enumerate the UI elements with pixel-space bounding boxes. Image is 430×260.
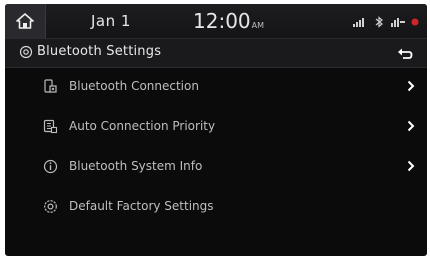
home-icon — [16, 13, 34, 29]
phone-connection-icon — [44, 79, 57, 93]
chevron-right-icon — [407, 120, 415, 132]
clock: 12:00AM — [193, 9, 264, 33]
lte-icon — [391, 18, 405, 27]
bluetooth-icon — [375, 16, 383, 28]
menu-item-bluetooth-connection[interactable]: Bluetooth Connection — [5, 68, 427, 106]
priority-icon — [43, 119, 58, 134]
ampm-indicator: AM — [251, 21, 265, 30]
menu-item-bluetooth-system-info[interactable]: Bluetooth System Info — [5, 148, 427, 186]
infotainment-screen: Jan 1 12:00AM Bluetooth Settings Bluetoo… — [5, 4, 427, 256]
home-button[interactable] — [5, 4, 46, 38]
alert-icon — [411, 18, 419, 26]
menu-item-label: Auto Connection Priority — [69, 119, 216, 133]
info-icon — [43, 159, 58, 174]
time-value: 12:00 — [193, 9, 251, 33]
chevron-right-icon — [407, 80, 415, 92]
menu-item-label: Default Factory Settings — [69, 199, 214, 213]
gear-icon — [19, 45, 33, 59]
cellular-signal-icon — [353, 18, 364, 27]
chevron-right-icon — [407, 160, 415, 172]
back-arrow-icon — [398, 48, 413, 59]
menu-item-label: Bluetooth Connection — [69, 79, 199, 93]
status-icons — [353, 16, 419, 28]
menu-item-label: Bluetooth System Info — [69, 159, 203, 173]
menu-item-default-factory-settings[interactable]: Default Factory Settings — [5, 188, 427, 226]
menu-item-auto-connection-priority[interactable]: Auto Connection Priority — [5, 108, 427, 146]
date-display: Jan 1 — [91, 12, 131, 30]
reset-gear-icon — [44, 200, 57, 213]
page-title: Bluetooth Settings — [37, 44, 162, 59]
back-button[interactable] — [391, 43, 419, 63]
header-bar: Bluetooth Settings — [5, 38, 427, 68]
status-bar: Jan 1 12:00AM — [5, 4, 427, 38]
